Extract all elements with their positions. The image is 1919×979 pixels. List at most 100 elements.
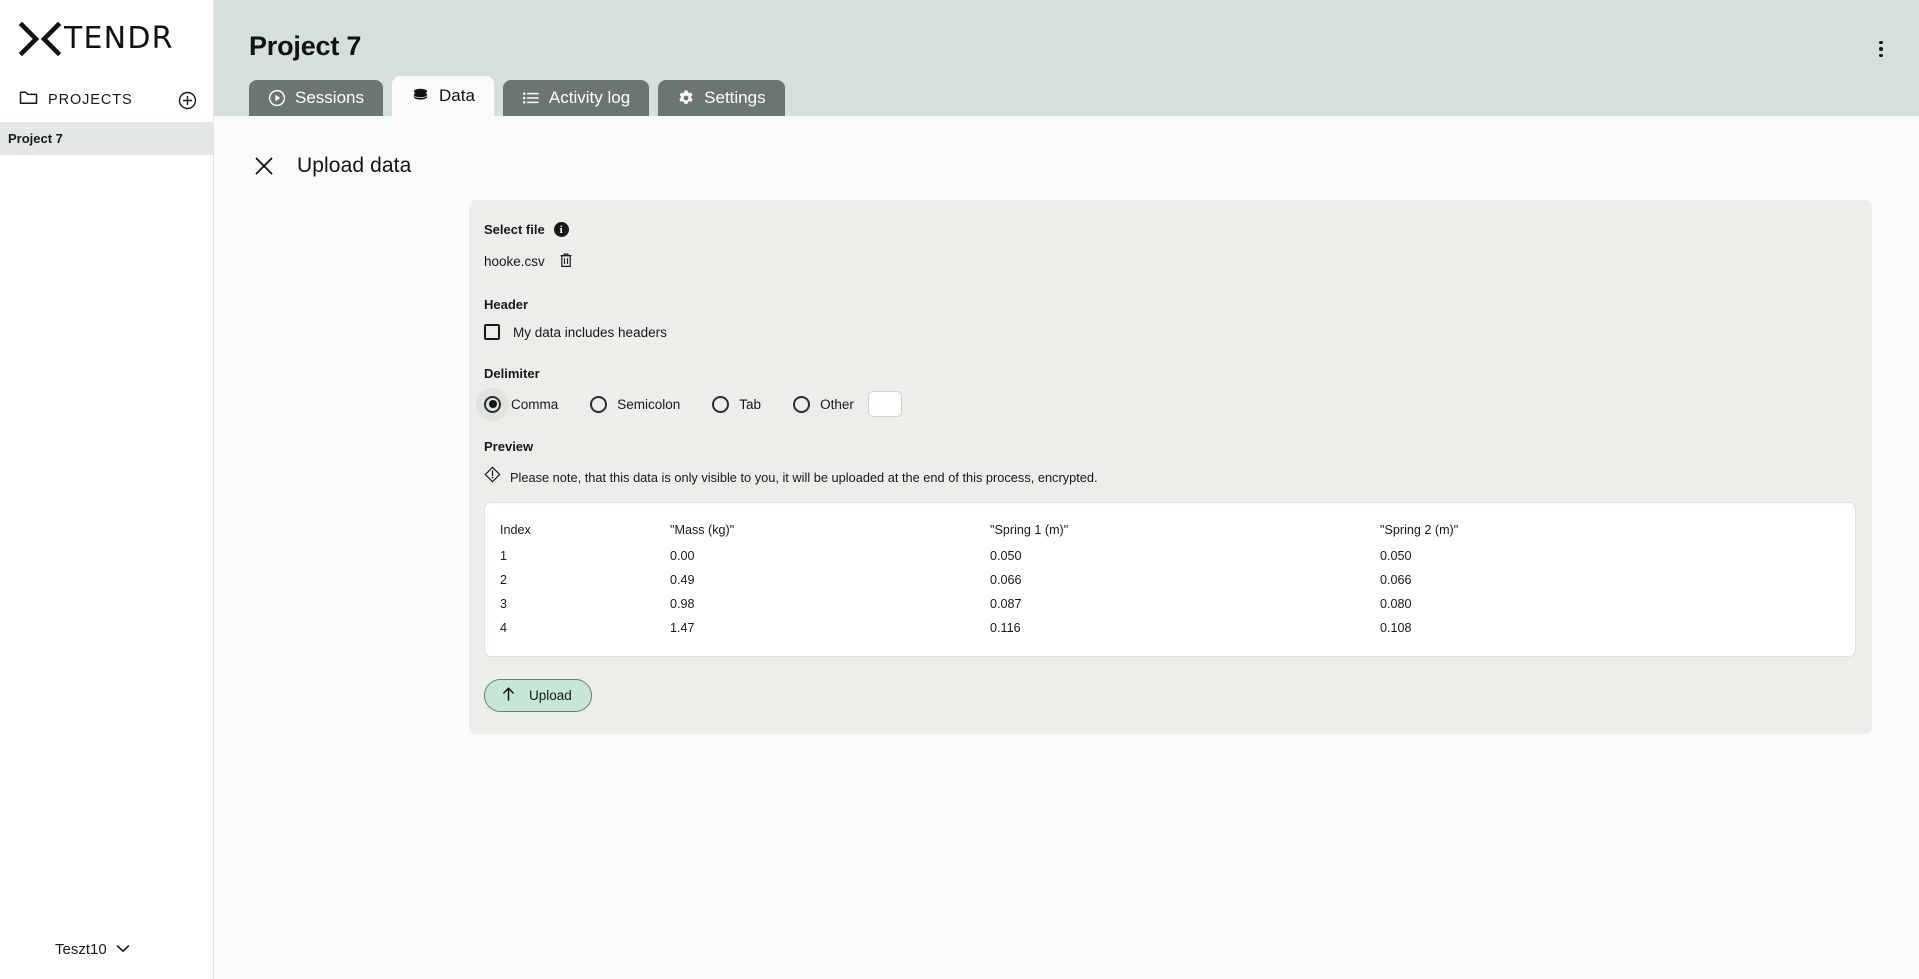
cell-spring-2: 0.066 — [1380, 573, 1412, 587]
cell-index: 2 — [500, 573, 508, 587]
cell-mass: 0.98 — [670, 597, 695, 611]
cell-mass: 1.47 — [670, 621, 695, 635]
plus-circle-icon[interactable] — [178, 91, 197, 110]
warning-diamond-icon — [484, 466, 501, 488]
page-title: Project 7 — [249, 31, 362, 61]
database-icon — [411, 87, 430, 105]
cell-spring-1: 0.116 — [990, 621, 1021, 635]
user-name: Teszt10 — [55, 940, 107, 958]
upload-dialog-title: Upload data — [297, 154, 412, 177]
headers-checkbox[interactable] — [484, 324, 500, 340]
info-icon[interactable]: i — [553, 222, 569, 237]
chevron-down-icon — [116, 940, 130, 958]
cell-mass: 0.00 — [670, 549, 695, 563]
gear-icon — [677, 89, 695, 107]
radio-comma-label: Comma — [511, 396, 559, 412]
radio-semicolon-control[interactable] — [590, 395, 608, 413]
tab-sessions-label: Sessions — [295, 88, 364, 107]
arrow-up-icon — [501, 686, 516, 705]
column-header-spring-1: "Spring 1 (m)" — [990, 523, 1069, 537]
headers-checkbox-label: My data includes headers — [513, 324, 667, 340]
radio-delimiter-semicolon[interactable]: Semicolon — [590, 395, 681, 413]
preview-table-card: Index "Mass (kg)" "Spring 1 (m)" "Spring… — [484, 502, 1856, 657]
tab-settings-label: Settings — [704, 88, 766, 107]
tab-activity-log-label: Activity log — [548, 88, 631, 107]
app-root: TENDR PROJECTS Project 7 Teszt10 Project… — [0, 0, 1919, 979]
radio-delimiter-other[interactable]: Other — [793, 395, 854, 413]
app-logo[interactable]: TENDR — [0, 0, 213, 78]
radio-semicolon-label: Semicolon — [617, 396, 681, 412]
tab-bar: Sessions Data Activity log Settings — [249, 76, 785, 116]
tab-data[interactable]: Data — [391, 76, 494, 116]
radio-delimiter-comma[interactable]: Comma — [475, 387, 559, 421]
column-header-index: Index — [500, 523, 531, 537]
delimiter-section: Delimiter Comma Semicolon Tab Other — [475, 366, 1856, 421]
cell-spring-2: 0.050 — [1380, 549, 1412, 563]
radio-other-label: Other — [820, 396, 854, 412]
headers-checkbox-row[interactable]: My data includes headers — [484, 324, 1856, 340]
upload-form-panel: Select file i hooke.csv Header My data i… — [469, 200, 1872, 734]
radio-other-control[interactable] — [793, 395, 811, 413]
close-icon[interactable] — [253, 155, 275, 177]
radio-delimiter-tab[interactable]: Tab — [712, 395, 762, 413]
cell-index: 3 — [500, 597, 508, 611]
header-section-label: Header — [484, 297, 1856, 312]
select-file-section-label: Select file i — [484, 222, 1856, 237]
x-chevron-logo-icon — [19, 22, 61, 56]
user-menu[interactable]: Teszt10 — [0, 919, 213, 979]
main-area: Project 7 Sessions Data Activity log Set… — [214, 0, 1919, 979]
cell-spring-1: 0.087 — [990, 597, 1022, 611]
header-section: Header My data includes headers — [484, 297, 1856, 340]
list-icon — [522, 89, 540, 107]
project-item-label: Project 7 — [8, 131, 63, 146]
cell-mass: 0.49 — [670, 573, 695, 587]
projects-label: PROJECTS — [48, 92, 133, 108]
upload-button-label: Upload — [529, 688, 572, 703]
cell-index: 1 — [500, 549, 508, 563]
preview-section-label: Preview — [484, 439, 1856, 454]
cell-spring-1: 0.050 — [990, 549, 1022, 563]
play-circle-icon — [268, 89, 286, 107]
upload-button[interactable]: Upload — [484, 679, 592, 712]
header-label: Header — [484, 297, 529, 312]
selected-file-row: hooke.csv — [484, 252, 1856, 271]
projects-header: PROJECTS — [0, 78, 213, 122]
page-content: Upload data Select file i hooke.csv Head… — [214, 116, 1919, 979]
logo-text: TENDR — [64, 21, 174, 56]
trash-icon[interactable] — [559, 252, 573, 271]
delimiter-radio-group: Comma Semicolon Tab Other — [475, 387, 1856, 421]
tab-settings[interactable]: Settings — [658, 80, 785, 116]
preview-label: Preview — [484, 439, 534, 454]
select-file-label: Select file — [484, 222, 545, 237]
preview-table: Index "Mass (kg)" "Spring 1 (m)" "Spring… — [485, 518, 1855, 640]
sidebar: TENDR PROJECTS Project 7 Teszt10 — [0, 0, 214, 979]
tab-sessions[interactable]: Sessions — [249, 80, 383, 116]
column-header-mass: "Mass (kg)" — [670, 523, 735, 537]
folder-icon — [19, 89, 38, 111]
cell-spring-2: 0.108 — [1380, 621, 1412, 635]
preview-note-text: Please note, that this data is only visi… — [510, 469, 1098, 485]
kebab-menu-icon[interactable] — [1870, 38, 1892, 60]
other-delimiter-input[interactable] — [867, 391, 902, 417]
preview-section: Preview Please note, that this data is o… — [484, 439, 1856, 657]
tab-activity-log[interactable]: Activity log — [502, 80, 650, 116]
tab-data-label: Data — [438, 86, 475, 105]
delimiter-label: Delimiter — [484, 366, 540, 381]
selected-file-name: hooke.csv — [484, 254, 545, 269]
column-header-spring-2: "Spring 2 (m)" — [1380, 523, 1459, 537]
radio-tab-label: Tab — [739, 396, 762, 412]
preview-note: Please note, that this data is only visi… — [484, 466, 1856, 488]
table-header-row: Index "Mass (kg)" "Spring 1 (m)" "Spring… — [485, 518, 1855, 544]
table-row: 4 1.47 0.116 0.108 — [485, 616, 1855, 640]
radio-tab-control[interactable] — [712, 395, 730, 413]
table-row: 3 0.98 0.087 0.080 — [485, 592, 1855, 616]
radio-comma-control[interactable] — [484, 395, 501, 413]
cell-index: 4 — [500, 621, 508, 635]
page-header: Project 7 Sessions Data Activity log Set… — [214, 0, 1919, 116]
upload-dialog-header: Upload data — [214, 116, 1919, 178]
cell-spring-1: 0.066 — [990, 573, 1022, 587]
cell-spring-2: 0.080 — [1380, 597, 1412, 611]
table-row: 1 0.00 0.050 0.050 — [485, 544, 1855, 568]
sidebar-item-project-7[interactable]: Project 7 — [0, 122, 213, 155]
